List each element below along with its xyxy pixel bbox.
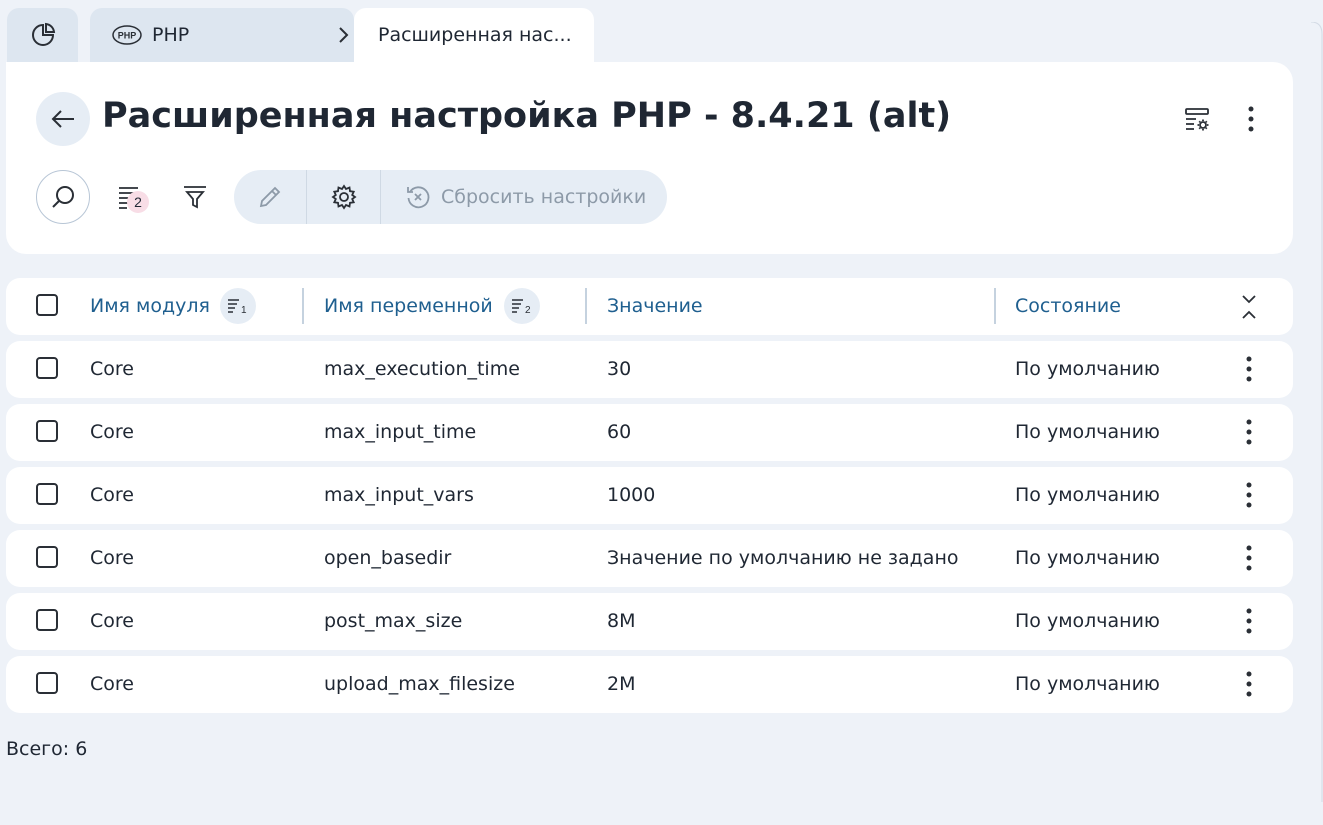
cell-variable: open_basedir — [324, 547, 452, 569]
cell-value: 1000 — [607, 484, 656, 506]
cell-state: По умолчанию — [1015, 610, 1160, 632]
search-button[interactable] — [36, 170, 90, 224]
arrow-left-icon — [50, 109, 76, 129]
search-icon — [50, 184, 76, 210]
scrollbar[interactable] — [1309, 22, 1323, 802]
row-menu-button[interactable] — [1232, 541, 1266, 575]
kebab-menu-icon — [1246, 608, 1252, 634]
table-row[interactable]: Core max_execution_time 30 По умолчанию — [6, 341, 1293, 398]
action-group: Сбросить настройки — [234, 170, 667, 224]
reset-icon — [405, 184, 431, 210]
column-header-value[interactable]: Значение — [607, 278, 703, 335]
sort-asc-icon: 1 — [228, 299, 247, 314]
svg-text:1: 1 — [241, 305, 247, 314]
kebab-menu-icon — [1246, 671, 1252, 697]
filter-icon — [182, 184, 208, 210]
sort-asc-icon: 2 — [512, 299, 531, 314]
cell-variable: max_input_vars — [324, 484, 474, 506]
cell-value: 60 — [607, 421, 632, 443]
table-settings-button[interactable] — [1180, 102, 1214, 136]
tab-advanced-settings-label: Расширенная нас... — [378, 24, 572, 46]
cell-value: 8M — [607, 610, 636, 632]
tab-php[interactable]: PHP PHP — [90, 8, 354, 62]
select-all-checkbox[interactable] — [36, 294, 58, 316]
sort-button[interactable]: 2 — [110, 178, 149, 216]
tab-php-label: PHP — [152, 24, 190, 46]
php-logo-icon: PHP — [112, 25, 142, 45]
row-checkbox[interactable] — [36, 546, 58, 568]
cell-variable: upload_max_filesize — [324, 673, 515, 695]
tab-advanced-settings[interactable]: Расширенная нас... — [354, 8, 594, 62]
edit-button[interactable] — [234, 170, 307, 224]
cell-value: 30 — [607, 358, 632, 380]
table-settings-icon — [1183, 105, 1211, 133]
column-resizer[interactable] — [994, 288, 996, 324]
pie-chart-icon — [30, 22, 56, 48]
column-header-module[interactable]: Имя модуля — [90, 278, 210, 335]
more-menu-button[interactable] — [1234, 102, 1268, 136]
row-menu-button[interactable] — [1232, 478, 1266, 512]
kebab-menu-icon — [1248, 106, 1254, 132]
column-resizer[interactable] — [302, 288, 304, 324]
cell-module: Core — [90, 358, 134, 380]
kebab-menu-icon — [1246, 482, 1252, 508]
reset-settings-label: Сбросить настройки — [441, 186, 647, 208]
row-checkbox[interactable] — [36, 672, 58, 694]
row-menu-button[interactable] — [1232, 667, 1266, 701]
row-checkbox[interactable] — [36, 483, 58, 505]
cell-module: Core — [90, 547, 134, 569]
column-header-state[interactable]: Состояние — [1015, 278, 1121, 335]
table-row[interactable]: Core post_max_size 8M По умолчанию — [6, 593, 1293, 650]
cell-module: Core — [90, 610, 134, 632]
cell-state: По умолчанию — [1015, 673, 1160, 695]
table-row[interactable]: Core max_input_time 60 По умолчанию — [6, 404, 1293, 461]
settings-button[interactable] — [307, 170, 381, 224]
kebab-menu-icon — [1246, 356, 1252, 382]
table-row[interactable]: Core open_basedir Значение по умолчанию … — [6, 530, 1293, 587]
cell-variable: max_input_time — [324, 421, 477, 443]
cell-module: Core — [90, 673, 134, 695]
cell-module: Core — [90, 484, 134, 506]
pencil-icon — [258, 185, 282, 209]
chevron-right-icon — [336, 24, 350, 46]
table-row[interactable]: Core max_input_vars 1000 По умолчанию — [6, 467, 1293, 524]
row-checkbox[interactable] — [36, 357, 58, 379]
page-title: Расширенная настройка PHP - 8.4.21 (alt) — [102, 96, 952, 136]
row-menu-button[interactable] — [1232, 352, 1266, 386]
gear-icon — [330, 184, 357, 210]
table-header: Имя модуля 1 Имя переменной 2 Значение С… — [6, 278, 1293, 335]
cell-state: По умолчанию — [1015, 484, 1160, 506]
kebab-menu-icon — [1246, 545, 1252, 571]
cell-variable: post_max_size — [324, 610, 463, 632]
back-button[interactable] — [36, 92, 90, 146]
sort-count-badge: 2 — [127, 191, 149, 213]
sort-variable-chip[interactable]: 2 — [504, 288, 540, 324]
kebab-menu-icon — [1246, 419, 1252, 445]
column-header-variable[interactable]: Имя переменной — [324, 278, 493, 335]
row-menu-button[interactable] — [1232, 415, 1266, 449]
cell-module: Core — [90, 421, 134, 443]
table-row[interactable]: Core upload_max_filesize 2M По умолчанию — [6, 656, 1293, 713]
row-menu-button[interactable] — [1232, 604, 1266, 638]
sort-module-chip[interactable]: 1 — [220, 288, 256, 324]
row-checkbox[interactable] — [36, 420, 58, 442]
column-resizer[interactable] — [585, 288, 587, 324]
filter-button[interactable] — [176, 178, 214, 216]
cell-value: 2M — [607, 673, 636, 695]
header-card: Расширенная настройка PHP - 8.4.21 (alt)… — [6, 62, 1293, 254]
tab-dashboard[interactable] — [7, 8, 78, 62]
svg-text:PHP: PHP — [118, 31, 137, 41]
cell-state: По умолчанию — [1015, 358, 1160, 380]
cell-state: По умолчанию — [1015, 421, 1160, 443]
expand-collapse-button[interactable] — [1234, 290, 1264, 324]
row-checkbox[interactable] — [36, 609, 58, 631]
svg-text:2: 2 — [525, 305, 531, 314]
cell-value: Значение по умолчанию не задано — [607, 547, 959, 569]
cell-variable: max_execution_time — [324, 358, 520, 380]
expand-collapse-icon — [1242, 295, 1256, 319]
cell-state: По умолчанию — [1015, 547, 1160, 569]
reset-settings-button[interactable]: Сбросить настройки — [381, 170, 664, 224]
total-count: Всего: 6 — [6, 738, 88, 760]
